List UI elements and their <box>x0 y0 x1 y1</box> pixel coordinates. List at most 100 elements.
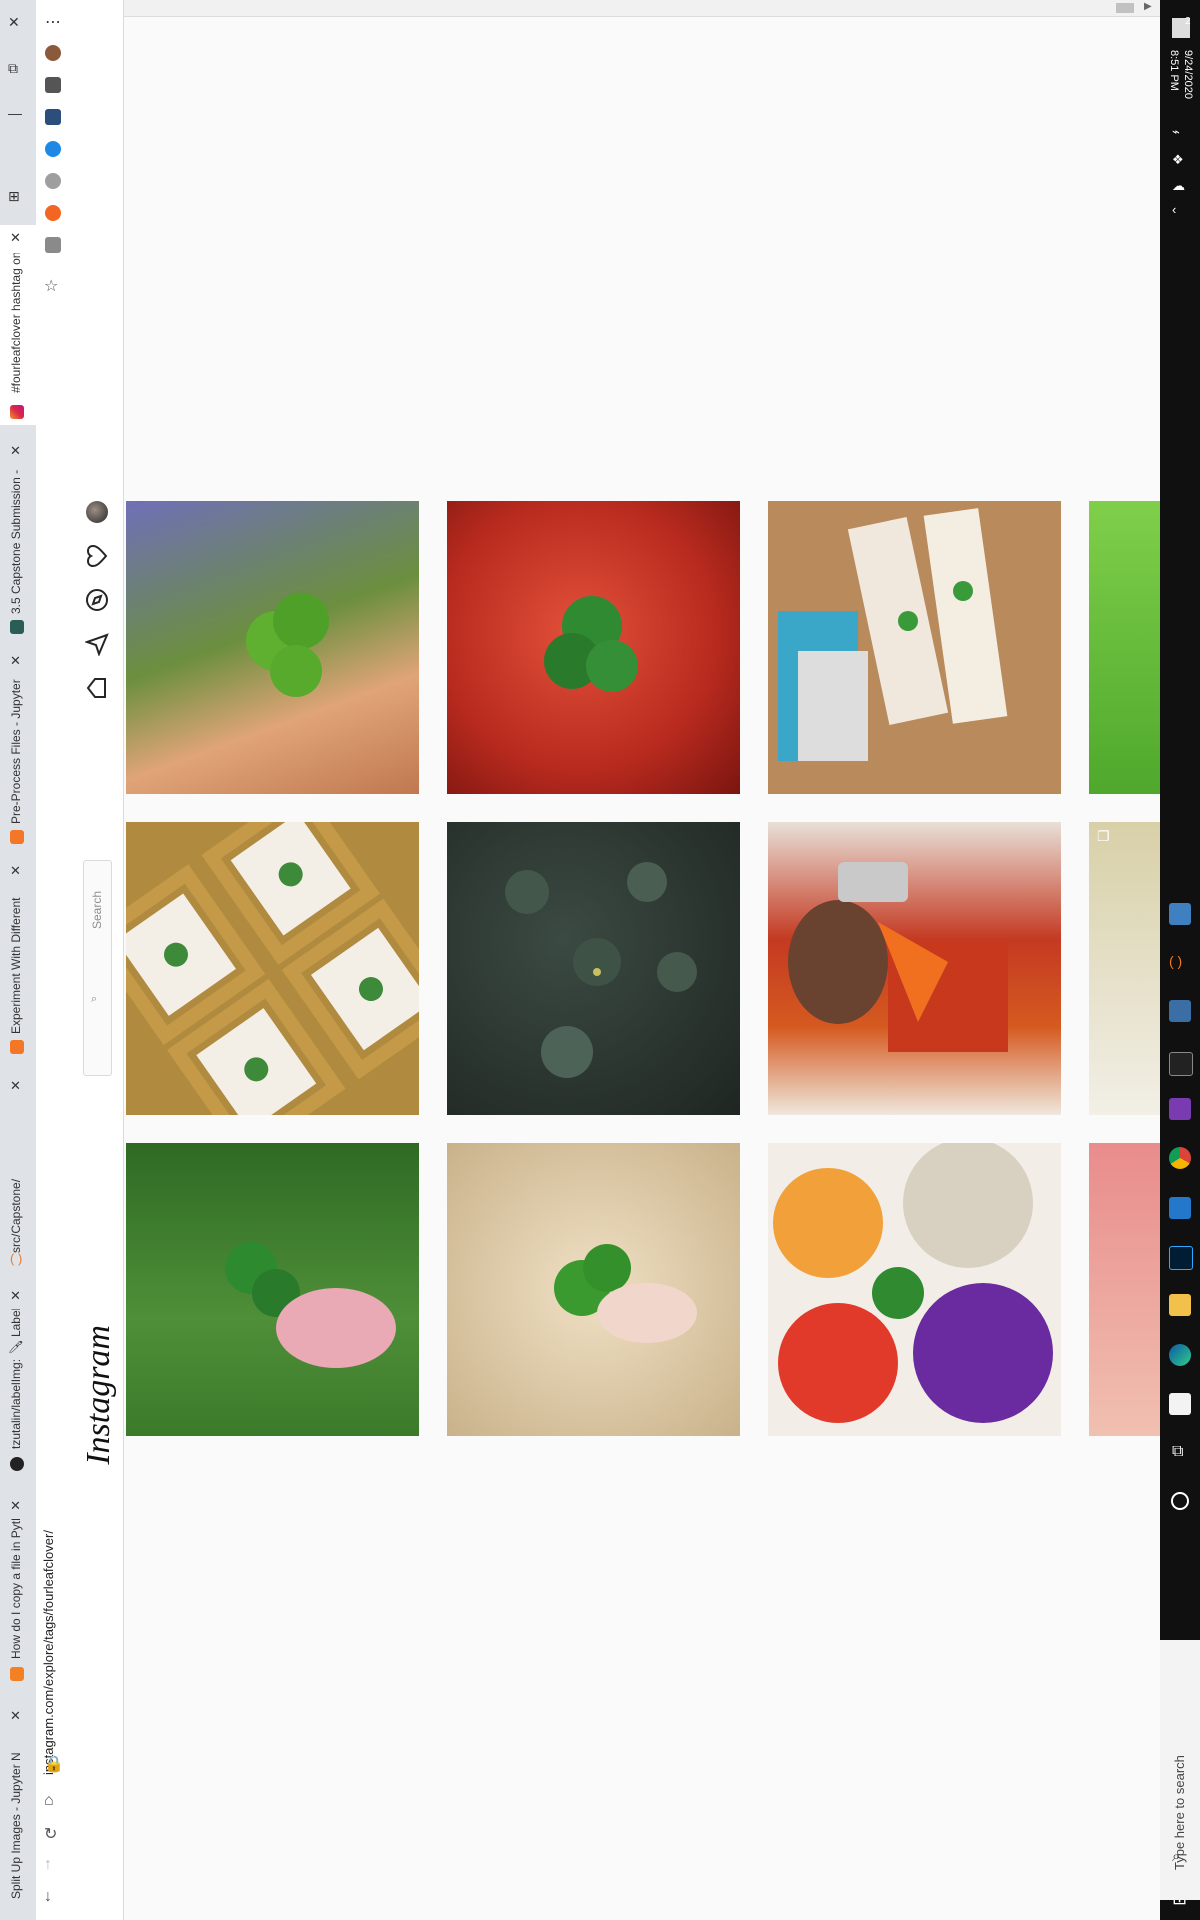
post-tile[interactable]: ❐ <box>1089 822 1160 1115</box>
profile-avatar[interactable] <box>45 45 61 61</box>
post-tile[interactable] <box>126 501 419 794</box>
cloud-icon[interactable]: ☁ <box>1172 178 1185 194</box>
post-tile[interactable] <box>447 501 740 794</box>
jupyter-favicon-icon <box>10 830 24 844</box>
tab-close-icon[interactable]: ✕ <box>10 864 21 878</box>
post-tile[interactable] <box>447 1143 740 1436</box>
browser-menu-icon[interactable]: ⋯ <box>45 12 61 32</box>
post-tile[interactable] <box>768 1143 1061 1436</box>
onenote-app-icon[interactable] <box>1169 1098 1191 1120</box>
chevron-icon[interactable]: ‹ <box>1172 202 1176 217</box>
heart-icon[interactable] <box>85 544 109 568</box>
tab-title: Pre-Process Files - Jupyter <box>9 679 23 824</box>
extension-blue-icon[interactable] <box>45 141 61 157</box>
extension-grey-icon[interactable] <box>45 173 61 189</box>
clock-time[interactable]: 8:51 PM <box>1168 50 1180 120</box>
tab-title: #fourleafclover hashtag on <box>9 253 23 393</box>
terminal-app-icon[interactable] <box>1169 1052 1193 1076</box>
edge-app-icon[interactable] <box>1169 1344 1191 1366</box>
clover-photo <box>225 1242 396 1368</box>
tab-title: src/Capstone/ <box>9 1178 23 1253</box>
tab-strip: ✕ ⧉ — ⊞ ✕ #fourleafclover hashtag on ✕ 3… <box>0 0 36 1920</box>
file-explorer-icon[interactable] <box>1169 1294 1191 1316</box>
task-view-icon[interactable]: ⧉ <box>1172 1443 1183 1461</box>
tab-close-icon[interactable]: ✕ <box>10 1499 21 1513</box>
scroll-right-icon[interactable]: ▶ <box>1144 1 1152 12</box>
close-window-icon[interactable]: ✕ <box>8 14 20 31</box>
back-icon[interactable]: ↓ <box>44 1888 52 1906</box>
tab-src-capstone[interactable]: ✕ src/Capstone/ ( ) <box>0 1075 36 1275</box>
vscode-app-icon[interactable] <box>1169 1197 1191 1219</box>
home-icon[interactable]: ⌂ <box>44 1792 54 1810</box>
favicon-icon <box>10 620 24 634</box>
collections-icon[interactable]: ⊞ <box>8 188 20 205</box>
network-icon[interactable]: ⌁ <box>1172 124 1180 140</box>
clover-photo <box>554 1244 697 1343</box>
tab-title: Split Up Images - Jupyter N <box>9 1752 23 1899</box>
minimize-window-icon[interactable]: — <box>8 105 22 121</box>
tab-title: tzutalin/labelImg: 🖌 Label <box>9 1309 23 1449</box>
dropbox-icon[interactable]: ❖ <box>1172 152 1184 168</box>
selfie-photo <box>788 862 1008 1052</box>
tab-title: How do I copy a file in Pyth <box>9 1519 23 1659</box>
search-icon: ⌕ <box>1172 1848 1181 1865</box>
post-tile[interactable] <box>1089 1143 1160 1436</box>
page-scrollbar[interactable]: ◀ ▶ <box>70 0 1160 17</box>
python-app-icon[interactable] <box>1169 1000 1191 1022</box>
tab-copy-file-python[interactable]: ✕ How do I copy a file in Pyth <box>0 1495 36 1685</box>
tab-close-icon[interactable]: ✕ <box>10 444 21 458</box>
post-tile[interactable] <box>447 822 740 1115</box>
tab-close-icon[interactable]: ✕ <box>10 1709 21 1723</box>
extension-chart-icon[interactable] <box>45 109 61 125</box>
explore-icon[interactable] <box>85 588 109 612</box>
tab-capstone-submission[interactable]: ✕ 3.5 Capstone Submission - <box>0 440 36 640</box>
taskbar-search-input[interactable]: Type here to search ⌕ <box>1160 1640 1200 1900</box>
clock-date[interactable]: 9/24/2020 <box>1182 50 1194 120</box>
carousel-icon: ❐ <box>1097 828 1110 844</box>
refresh-icon[interactable]: ↻ <box>44 1824 57 1844</box>
post-tile[interactable] <box>768 501 1061 794</box>
photoshop-app-icon[interactable] <box>1169 1246 1193 1270</box>
tab-close-icon[interactable]: ✕ <box>10 1079 21 1093</box>
buttons-photo <box>773 1143 1053 1423</box>
post-tile[interactable] <box>768 822 1061 1115</box>
forward-icon[interactable]: ↑ <box>44 1856 52 1874</box>
calculator-app-icon[interactable] <box>1169 903 1191 925</box>
post-tile[interactable] <box>126 1143 419 1436</box>
avatar[interactable] <box>86 501 108 523</box>
windows-taskbar: 2 8:51 PM 9/24/2020 ⌁ ❖ ☁ ‹ ( ) ⧉ ⊞ <box>1160 0 1200 1920</box>
extension-g-icon[interactable] <box>45 237 61 253</box>
search-input[interactable]: Search ⌕ <box>83 860 112 1076</box>
tab-fourleafclover[interactable]: ✕ #fourleafclover hashtag on <box>0 225 36 425</box>
jupyter-favicon-icon <box>10 1040 24 1054</box>
restore-window-icon[interactable]: ⧉ <box>8 60 18 77</box>
favorite-star-icon[interactable]: ☆ <box>44 276 58 296</box>
instagram-logo[interactable]: Instagram <box>80 1325 118 1465</box>
tab-experiment[interactable]: ✕ Experiment With Different <box>0 860 36 1060</box>
tab-close-icon[interactable]: ✕ <box>10 1289 21 1303</box>
search-placeholder: Search <box>90 891 104 930</box>
github-favicon-icon <box>10 1457 24 1471</box>
tab-labelimg[interactable]: ✕ tzutalin/labelImg: 🖌 Label <box>0 1285 36 1475</box>
tab-split-up-images[interactable]: ✕ Split Up Images - Jupyter N <box>0 1705 36 1920</box>
home-icon[interactable] <box>85 676 109 700</box>
instagram-favicon-icon <box>10 405 24 419</box>
address-bar[interactable]: instagram.com/explore/tags/fourleafclove… <box>41 1475 59 1775</box>
extensions-icon[interactable] <box>45 77 61 93</box>
direct-icon[interactable] <box>85 632 109 656</box>
tab-preprocess-files[interactable]: ✕ Pre-Process Files - Jupyter <box>0 650 36 850</box>
tab-title: Experiment With Different <box>9 897 23 1035</box>
brackets-app-icon[interactable]: ( ) <box>1169 953 1191 975</box>
tab-close-icon[interactable]: ✕ <box>10 231 21 245</box>
post-tile[interactable] <box>126 822 419 1115</box>
cortana-icon[interactable] <box>1171 1492 1189 1510</box>
taskbar-search-placeholder: Type here to search <box>1172 1755 1187 1870</box>
extension-orange-icon[interactable] <box>45 205 61 221</box>
store-app-icon[interactable] <box>1169 1393 1191 1415</box>
bookmark-photo <box>778 508 1008 761</box>
scroll-thumb[interactable] <box>1116 3 1134 13</box>
notification-count: 2 <box>1185 16 1191 27</box>
chrome-app-icon[interactable] <box>1169 1147 1191 1169</box>
post-tile[interactable] <box>1089 501 1160 794</box>
tab-close-icon[interactable]: ✕ <box>10 654 21 668</box>
